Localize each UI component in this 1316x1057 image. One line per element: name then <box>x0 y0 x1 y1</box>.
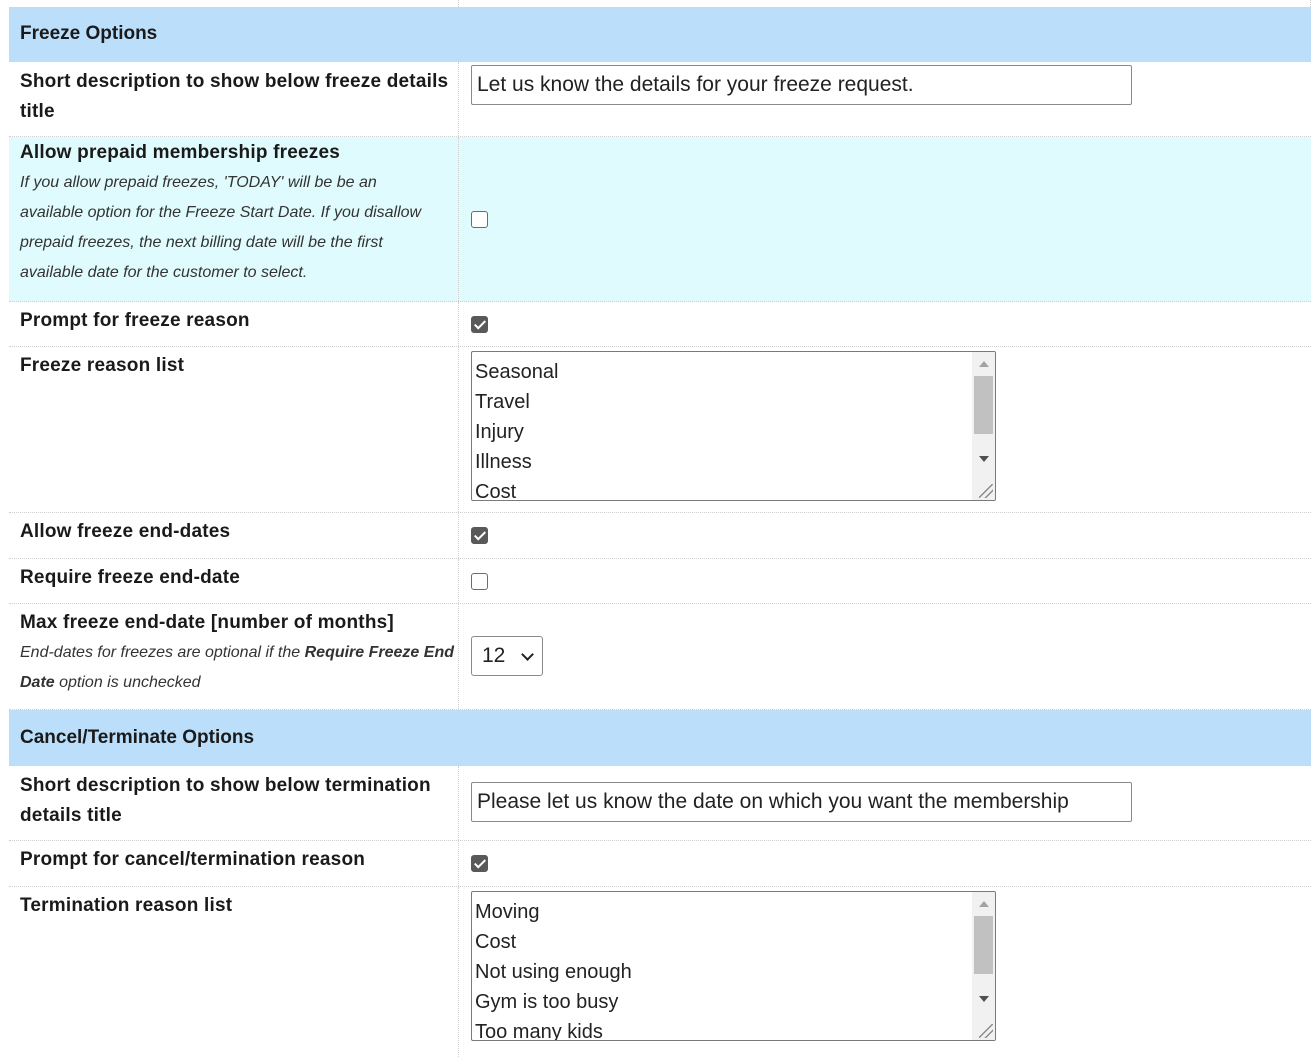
scroll-up-icon[interactable] <box>979 361 989 367</box>
termination-description-input[interactable]: Please let us know the date on which you… <box>471 782 1132 822</box>
listbox-scrollbar[interactable] <box>972 892 995 1040</box>
field-label: Short description to show below freeze d… <box>20 71 449 122</box>
field-label: Require freeze end-date <box>20 567 240 588</box>
scrollbar-thumb[interactable] <box>974 376 993 434</box>
row-allow-freeze-end-dates: Allow freeze end-dates <box>9 513 1311 559</box>
section-title: Freeze Options <box>20 23 158 44</box>
scroll-down-icon[interactable] <box>979 456 989 462</box>
termination-reason-listbox[interactable]: Moving Cost Not using enough Gym is too … <box>471 891 996 1041</box>
field-label: Prompt for cancel/termination reason <box>20 849 366 870</box>
field-label: Allow prepaid membership freezes <box>20 142 340 163</box>
section-header-freeze: Freeze Options <box>9 7 1311 62</box>
row-prompt-freeze-reason: Prompt for freeze reason <box>9 302 1311 347</box>
scroll-down-icon[interactable] <box>979 996 989 1002</box>
row-termination-reason-list: Termination reason list Moving Cost Not … <box>9 887 1311 1057</box>
row-freeze-short-description: Short description to show below freeze d… <box>9 62 1311 137</box>
list-item[interactable]: Too many kids <box>475 1017 995 1040</box>
prompt-freeze-reason-checkbox[interactable] <box>471 316 488 333</box>
row-max-freeze-end-date: Max freeze end-date [number of months] E… <box>9 604 1311 710</box>
row-termination-short-description: Short description to show below terminat… <box>9 766 1311 841</box>
top-border <box>9 0 1311 7</box>
selected-value: 12 <box>482 644 506 667</box>
freeze-description-input[interactable]: Let us know the details for your freeze … <box>471 65 1132 105</box>
field-label: Short description to show below terminat… <box>20 775 431 826</box>
prompt-termination-reason-checkbox[interactable] <box>471 855 488 872</box>
section-title: Cancel/Terminate Options <box>20 726 255 748</box>
freeze-reason-listbox[interactable]: Seasonal Travel Injury Illness Cost <box>471 351 996 501</box>
max-freeze-months-select[interactable]: 12 <box>471 636 543 676</box>
list-item[interactable]: Illness <box>475 447 995 477</box>
field-label: Termination reason list <box>20 895 233 916</box>
section-header-cancel: Cancel/Terminate Options <box>9 710 1311 766</box>
field-label: Allow freeze end-dates <box>20 521 231 542</box>
scroll-up-icon[interactable] <box>979 901 989 907</box>
field-help-text: End-dates for freezes are optional if th… <box>20 644 454 691</box>
field-help-text: If you allow prepaid freezes, 'TODAY' wi… <box>20 174 422 281</box>
list-item[interactable]: Cost <box>475 477 995 500</box>
list-item[interactable]: Gym is too busy <box>475 987 995 1017</box>
list-item[interactable]: Not using enough <box>475 957 995 987</box>
list-item[interactable]: Cost <box>475 927 995 957</box>
row-require-freeze-end-date: Require freeze end-date <box>9 559 1311 604</box>
row-freeze-reason-list: Freeze reason list Seasonal Travel Injur… <box>9 347 1311 513</box>
allow-prepaid-freezes-checkbox[interactable] <box>471 211 488 228</box>
require-freeze-end-date-checkbox[interactable] <box>471 573 488 590</box>
field-label: Freeze reason list <box>20 355 185 376</box>
field-label: Max freeze end-date [number of months] <box>20 612 394 633</box>
list-item[interactable]: Moving <box>475 897 995 927</box>
list-item[interactable]: Travel <box>475 387 995 417</box>
resize-grip-icon[interactable] <box>979 1024 993 1038</box>
chevron-down-icon <box>521 648 534 661</box>
listbox-scrollbar[interactable] <box>972 352 995 500</box>
settings-form: Freeze Options Short description to show… <box>9 0 1311 1057</box>
list-item[interactable]: Seasonal <box>475 357 995 387</box>
field-label: Prompt for freeze reason <box>20 310 250 331</box>
allow-freeze-end-dates-checkbox[interactable] <box>471 527 488 544</box>
scrollbar-thumb[interactable] <box>974 916 993 974</box>
row-prompt-termination-reason: Prompt for cancel/termination reason <box>9 841 1311 887</box>
resize-grip-icon[interactable] <box>979 484 993 498</box>
row-allow-prepaid-freezes: Allow prepaid membership freezes If you … <box>9 137 1311 302</box>
list-item[interactable]: Injury <box>475 417 995 447</box>
